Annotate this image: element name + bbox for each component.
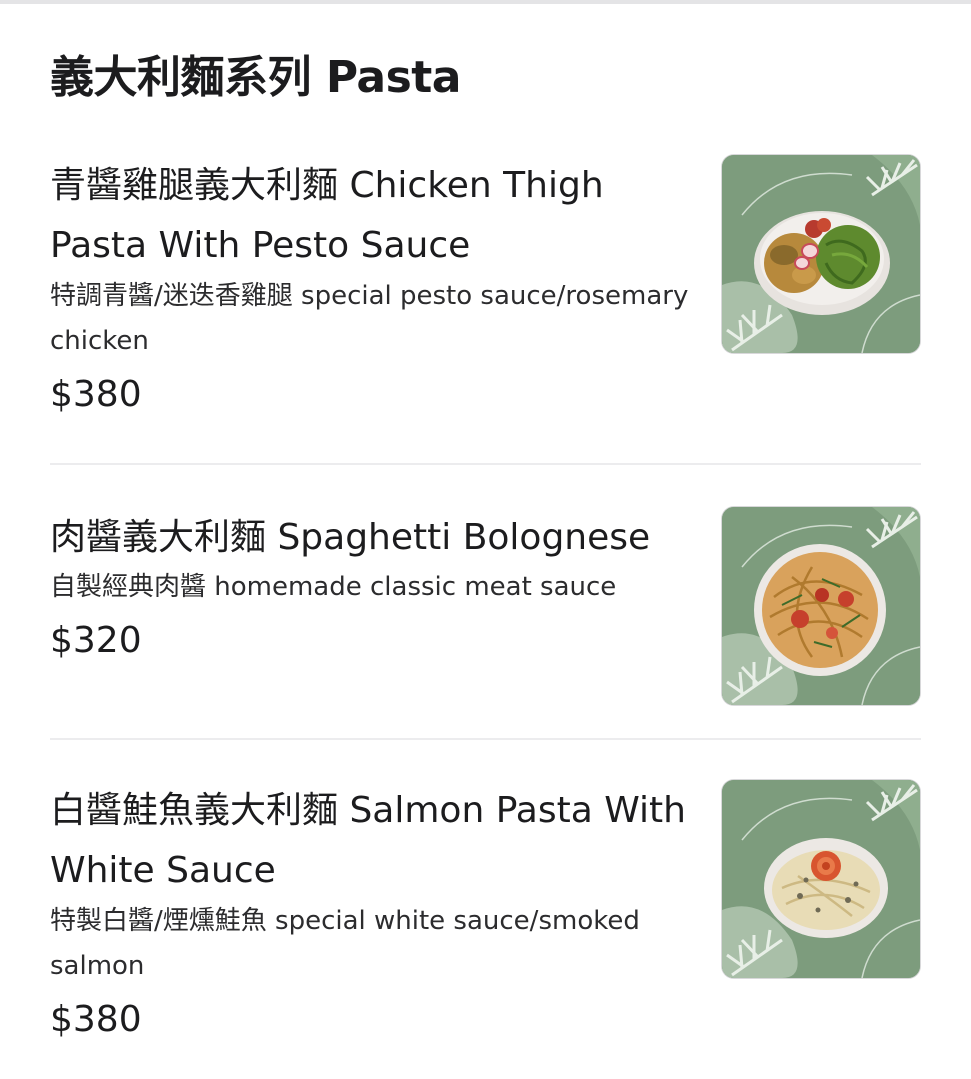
menu-item-description: 自製經典肉醬 homemade classic meat sauce (50, 572, 617, 602)
menu-item-image[interactable] (722, 780, 920, 978)
menu-item-price: $320 (50, 620, 142, 661)
divider (50, 463, 921, 465)
menu-item-image[interactable] (722, 155, 920, 353)
menu-item-price: $380 (50, 374, 142, 415)
menu-item-image[interactable] (722, 507, 920, 705)
salmon-pasta-photo (722, 780, 920, 978)
menu-item-name: 青醬雞腿義大利麵 Chicken Thigh Pasta With Pesto … (50, 165, 604, 266)
menu-item-description: 特調青醬/迷迭香雞腿 special pesto sauce/rosemary … (50, 281, 689, 356)
pesto-chicken-pasta-photo (722, 155, 920, 353)
menu-item-description: 特製白醬/煙燻鮭魚 special white sauce/smoked sal… (50, 906, 640, 981)
menu-item-name: 肉醬義大利麵 Spaghetti Bolognese (50, 517, 651, 558)
top-border (0, 0, 971, 4)
divider (50, 738, 921, 740)
menu-item-price: $380 (50, 999, 142, 1040)
menu-item-name: 白醬鮭魚義大利麵 Salmon Pasta With White Sauce (50, 790, 686, 891)
bolognese-pasta-photo (722, 507, 920, 705)
section-title: 義大利麵系列 Pasta (50, 52, 462, 103)
